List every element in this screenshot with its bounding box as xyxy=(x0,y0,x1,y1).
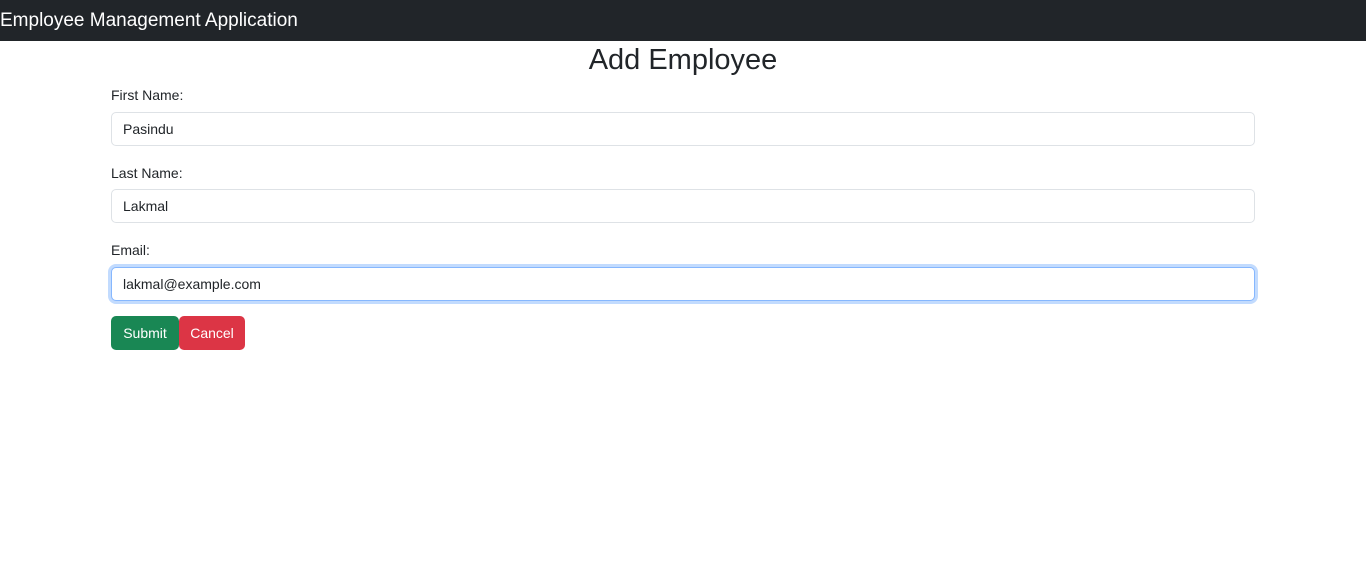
email-label: Email: xyxy=(111,242,150,258)
email-input[interactable] xyxy=(111,267,1255,301)
first-name-input[interactable] xyxy=(111,112,1255,146)
first-name-label: First Name: xyxy=(111,87,184,103)
submit-button[interactable]: Submit xyxy=(111,316,179,350)
page-title: Add Employee xyxy=(588,44,778,76)
last-name-label: Last Name: xyxy=(111,165,183,181)
cancel-button[interactable]: Cancel xyxy=(179,316,245,350)
last-name-input[interactable] xyxy=(111,189,1255,223)
navbar-brand[interactable]: Employee Management Application xyxy=(0,10,298,32)
navbar: Employee Management Application xyxy=(0,0,1366,41)
